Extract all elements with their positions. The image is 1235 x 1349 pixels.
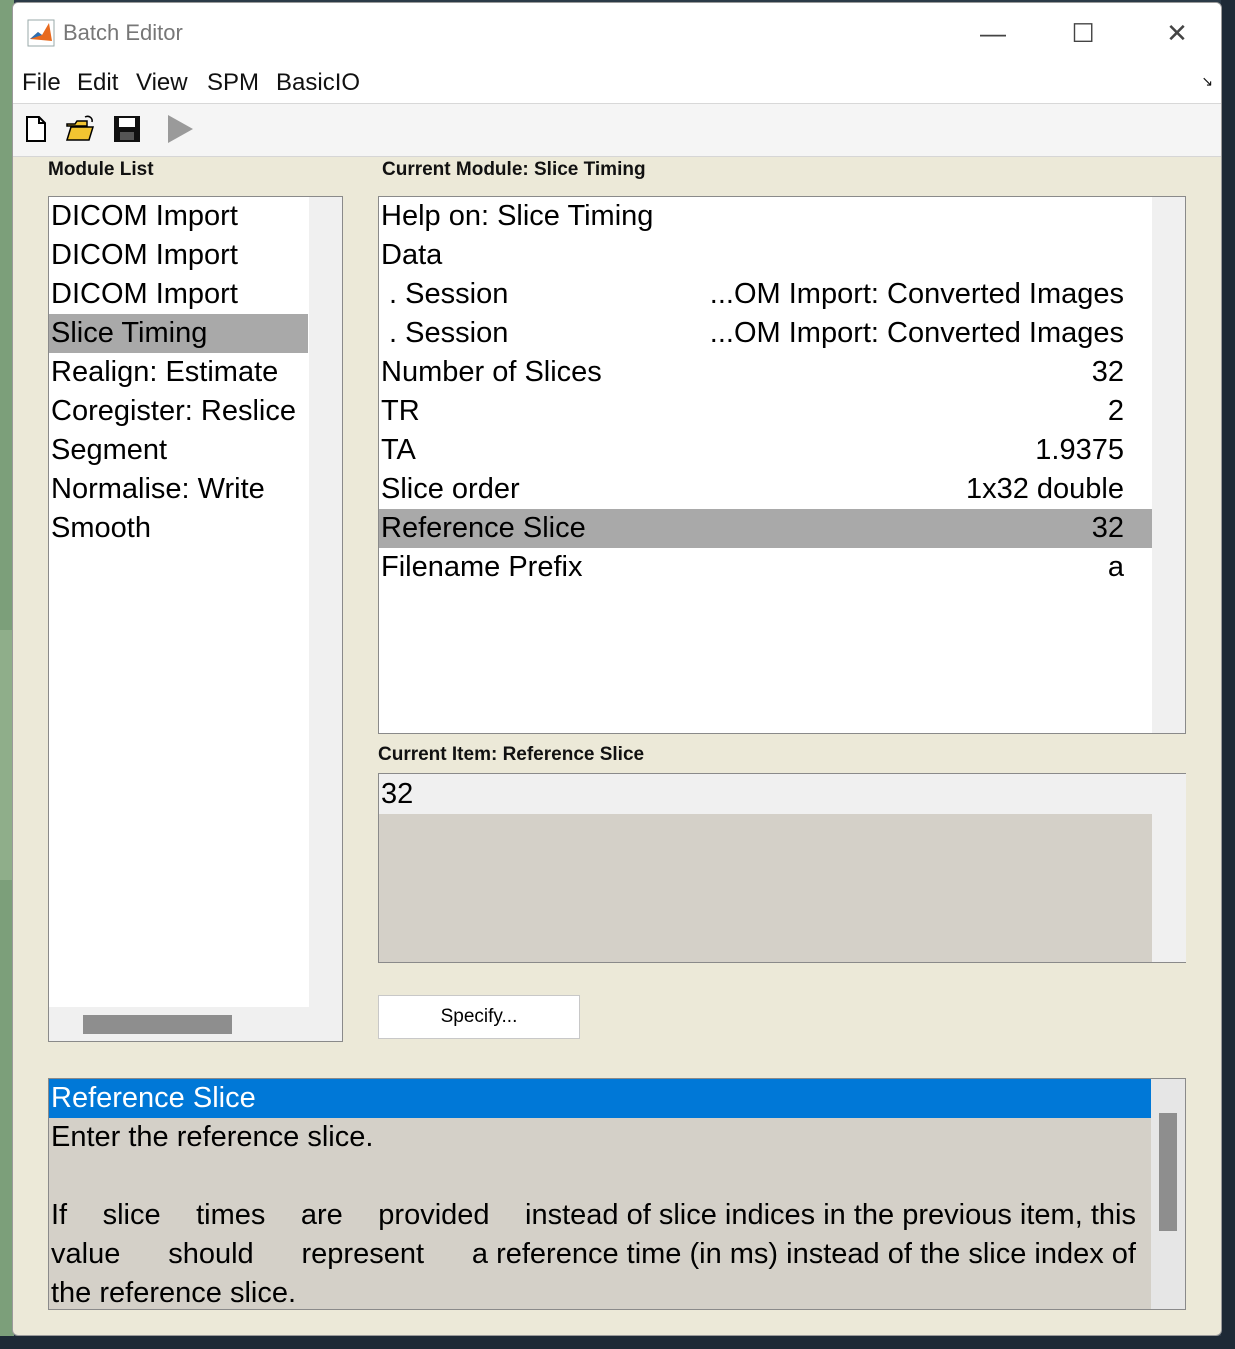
help-text-line: Enter the reference slice. <box>51 1121 374 1153</box>
save-icon[interactable] <box>112 114 142 144</box>
module-list-item[interactable]: Realign: Estimate <box>49 353 308 392</box>
module-list-item-selected[interactable]: Slice Timing <box>49 314 308 353</box>
current-item-vertical-scrollbar[interactable] <box>1152 774 1186 962</box>
matlab-logo-icon <box>27 19 55 47</box>
module-field-row[interactable]: Data <box>379 236 1152 275</box>
maximize-button[interactable]: ☐ <box>1053 13 1113 53</box>
module-field-row[interactable]: . Session ...OM Import: Converted Images <box>379 275 1152 314</box>
help-panel[interactable]: Reference Slice Enter the reference slic… <box>48 1078 1186 1310</box>
module-field-row-selected[interactable]: Reference Slice 32 <box>379 509 1152 548</box>
module-list-item[interactable]: Segment <box>49 431 308 470</box>
help-scroll-thumb[interactable] <box>1159 1113 1177 1231</box>
module-field-row[interactable]: . Session ...OM Import: Converted Images <box>379 314 1152 353</box>
module-field-row[interactable]: Number of Slices 32 <box>379 353 1152 392</box>
help-text-line: If slice times are provided instead of slice … <box>51 1199 1136 1231</box>
run-icon[interactable] <box>165 114 195 144</box>
module-list-item[interactable]: Coregister: Reslice <box>49 392 308 431</box>
module-list-item[interactable]: DICOM Import <box>49 197 308 236</box>
module-list[interactable]: DICOM Import DICOM Import DICOM Import S… <box>48 196 343 1042</box>
new-file-icon[interactable] <box>21 114 51 144</box>
menu-spm[interactable]: SPM <box>207 69 259 97</box>
batch-editor-window: Batch Editor — ☐ ✕ File Edit View SPM Ba… <box>12 2 1222 1336</box>
close-button[interactable]: ✕ <box>1147 13 1207 53</box>
menu-bar: File Edit View SPM BasicIO ↘ <box>13 59 1221 104</box>
help-title: Reference Slice <box>49 1079 1151 1118</box>
current-item-label: Current Item: Reference Slice <box>378 744 645 765</box>
help-text-line: value should represent a reference time (in… <box>51 1238 1136 1270</box>
module-field-row[interactable]: Filename Prefix a <box>379 548 1152 587</box>
current-item-value[interactable]: 32 <box>379 774 1152 814</box>
module-field-row[interactable]: Help on: Slice Timing <box>379 197 1152 236</box>
module-list-label: Module List <box>48 159 154 180</box>
desktop-background-right <box>1221 0 1235 1349</box>
module-list-item[interactable]: DICOM Import <box>49 236 308 275</box>
menu-edit[interactable]: Edit <box>77 69 118 97</box>
current-module-vertical-scrollbar[interactable] <box>1152 197 1185 733</box>
open-folder-icon[interactable] <box>65 114 95 144</box>
current-item-panel[interactable]: 32 <box>378 773 1186 963</box>
module-list-item[interactable]: DICOM Import <box>49 275 308 314</box>
window-title: Batch Editor <box>63 20 183 45</box>
title-bar: Batch Editor — ☐ ✕ <box>13 3 1221 59</box>
module-list-item[interactable]: Smooth <box>49 509 308 548</box>
current-module-list[interactable]: Help on: Slice Timing Data . Session ...O… <box>378 196 1186 734</box>
desktop-taskbar-strip <box>0 1336 1235 1349</box>
menu-expand-icon[interactable]: ↘ <box>1201 73 1213 90</box>
menu-basicio[interactable]: BasicIO <box>276 69 360 97</box>
module-field-row[interactable]: TR 2 <box>379 392 1152 431</box>
current-module-label: Current Module: Slice Timing <box>382 159 646 180</box>
toolbar <box>13 104 1221 157</box>
module-field-row[interactable]: Slice order 1x32 double <box>379 470 1152 509</box>
module-field-row[interactable]: TA 1.9375 <box>379 431 1152 470</box>
menu-file[interactable]: File <box>22 69 61 97</box>
specify-button[interactable]: Specify... <box>378 995 580 1039</box>
minimize-button[interactable]: — <box>963 13 1023 53</box>
module-list-horizontal-scroll-thumb[interactable] <box>83 1015 232 1034</box>
help-text-line: the reference slice. <box>51 1277 297 1309</box>
module-list-item[interactable]: Normalise: Write <box>49 470 308 509</box>
module-list-vertical-scrollbar[interactable] <box>309 197 342 1041</box>
menu-view[interactable]: View <box>136 69 188 97</box>
